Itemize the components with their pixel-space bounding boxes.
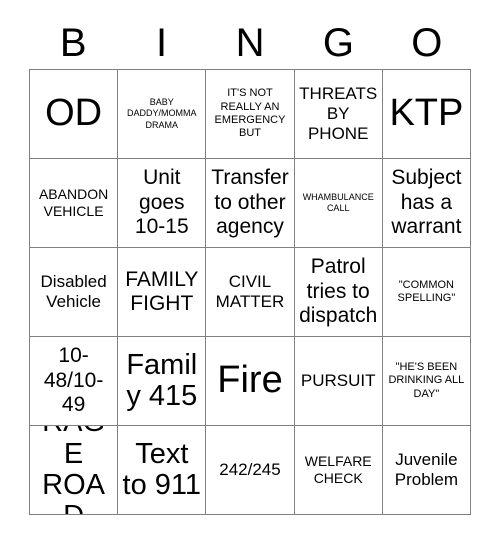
bingo-cell-label: Unit goes 10-15 [134, 166, 189, 239]
bingo-cell-label: WELFARE CHECK [304, 453, 372, 486]
bingo-cell-r1c5[interactable]: KTP [382, 70, 471, 159]
bingo-cell-label: Disabled Vehicle [40, 271, 107, 311]
bingo-cell-r5c4[interactable]: WELFARE CHECK [294, 426, 383, 515]
bingo-header-row: BINGO [29, 18, 471, 68]
bingo-cell-label: FAMILY FIGHT [125, 267, 199, 315]
bingo-header-letter-b: B [59, 21, 87, 65]
bingo-header-letter-o: O [411, 21, 443, 65]
bingo-cell-r3c3[interactable]: CIVIL MATTER [206, 248, 295, 337]
bingo-cell-r1c4[interactable]: THREATS BY PHONE [294, 70, 383, 159]
bingo-cell-r3c1[interactable]: Disabled Vehicle [30, 248, 119, 337]
bingo-cell-label: RAGE ROAD [42, 426, 106, 514]
bingo-cell-label: Family 415 [126, 348, 198, 412]
bingo-cell-label: Patrol tries to dispatch [299, 255, 378, 328]
bingo-header-letter-i: I [156, 21, 168, 65]
bingo-cell-r1c2[interactable]: BABY DADDY/MOMMA DRAMA [118, 70, 207, 159]
bingo-cell-label: THREATS BY PHONE [299, 83, 378, 144]
bingo-cell-label: Text to 911 [122, 437, 202, 501]
bingo-cell-label: ABANDON VEHICLE [38, 186, 109, 219]
bingo-grid: OD BABY DADDY/MOMMA DRAMA IT'S NOT REALLY … [29, 69, 471, 515]
bingo-cell-label: IT'S NOT REALLY AN EMERGENCY BUT [214, 87, 286, 140]
bingo-cell-r2c3[interactable]: Transfer to other agency [206, 159, 295, 248]
bingo-cell-r2c1[interactable]: ABANDON VEHICLE [30, 159, 119, 248]
bingo-cell-r4c2[interactable]: Family 415 [118, 337, 207, 426]
bingo-cell-r1c3[interactable]: IT'S NOT REALLY AN EMERGENCY BUT [206, 70, 295, 159]
bingo-cell-r2c5[interactable]: Subject has a warrant [382, 159, 471, 248]
bingo-cell-r3c2[interactable]: FAMILY FIGHT [118, 248, 207, 337]
bingo-cell-label: Fire [217, 359, 283, 402]
bingo-header-letter-n: N [235, 21, 265, 65]
bingo-cell-r4c3[interactable]: Fire [206, 337, 295, 426]
bingo-cell-r5c2[interactable]: Text to 911 [118, 426, 207, 515]
bingo-cell-r4c4[interactable]: PURSUIT [294, 337, 383, 426]
bingo-cell-r3c5[interactable]: "COMMON SPELLING" [382, 248, 471, 337]
bingo-cell-label: CIVIL MATTER [215, 271, 285, 311]
bingo-cell-label: PURSUIT [300, 370, 376, 390]
bingo-cell-r5c3[interactable]: 242/245 [206, 426, 295, 515]
bingo-cell-label: "COMMON SPELLING" [397, 278, 456, 304]
bingo-cell-label: OD [45, 92, 103, 135]
bingo-cell-r2c4[interactable]: WHAMBULANCE CALL [294, 159, 383, 248]
bingo-cell-r3c4[interactable]: Patrol tries to dispatch [294, 248, 383, 337]
bingo-cell-r2c2[interactable]: Unit goes 10-15 [118, 159, 207, 248]
bingo-card: B I N G O OD BABY DADDY/MOMMA DRAMA IT'S NOT R… [0, 0, 500, 544]
bingo-cell-r5c1[interactable]: RAGE ROAD [30, 426, 119, 515]
bingo-cell-r4c5[interactable]: "HE'S BEEN DRINKING ALL DAY" [382, 337, 471, 426]
bingo-cell-label: Juvenile Problem [394, 449, 459, 489]
bingo-cell-r1c1[interactable]: OD [30, 70, 119, 159]
bingo-cell-label: BABY DADDY/MOMMA DRAMA [127, 97, 197, 130]
bingo-cell-label: 242/245 [219, 459, 281, 479]
bingo-cell-r5c5[interactable]: Juvenile Problem [382, 426, 471, 515]
bingo-cell-label: 10-48/10-49 [43, 344, 104, 417]
bingo-cell-label: "HE'S BEEN DRINKING ALL DAY" [388, 360, 465, 400]
bingo-cell-label: WHAMBULANCE CALL [302, 191, 374, 213]
bingo-cell-r4c1[interactable]: 10-48/10-49 [30, 337, 119, 426]
bingo-header-letter-g: G [322, 21, 354, 65]
bingo-cell-label: Transfer to other agency [211, 166, 289, 239]
bingo-cell-label: Subject has a warrant [391, 166, 462, 239]
bingo-cell-label: KTP [389, 92, 464, 135]
